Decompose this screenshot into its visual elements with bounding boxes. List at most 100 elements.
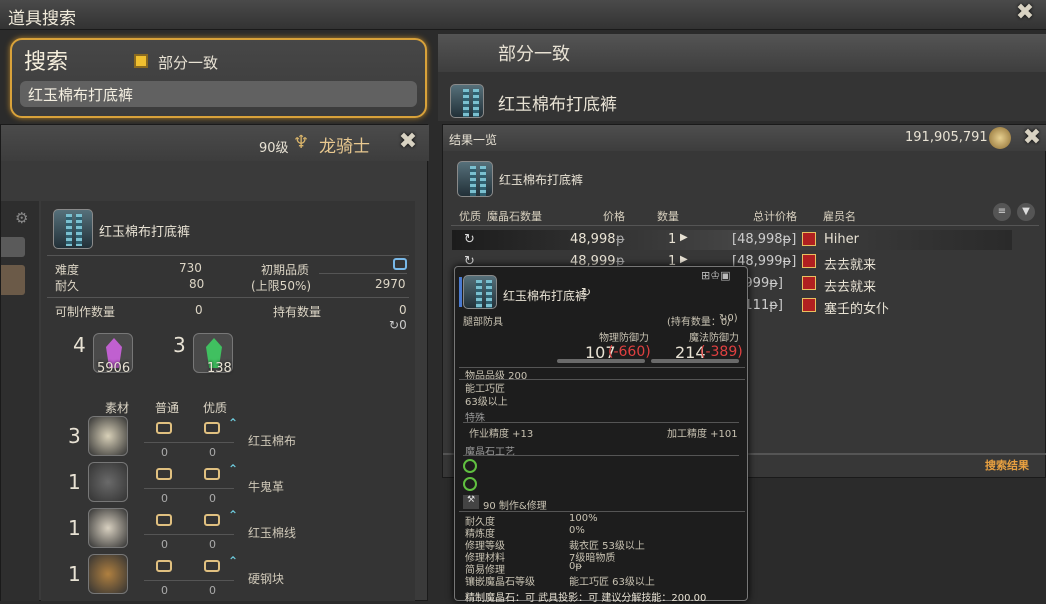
normal-qty-box[interactable] <box>156 514 172 526</box>
normal-count: 0 <box>161 538 168 551</box>
normal-qty-box[interactable] <box>156 560 172 572</box>
held-label: 持有数量 <box>273 305 322 319</box>
results-header: 结果一览 191,905,791 ✖ <box>443 125 1046 151</box>
partial-match-label: 部分一致 <box>158 54 219 72</box>
materia-slot <box>463 477 477 491</box>
material-name: 红玉棉布 <box>248 434 297 448</box>
hq-qty-box[interactable] <box>204 468 220 480</box>
normal-qty-box[interactable] <box>156 468 172 480</box>
search-label: 搜索 <box>24 50 69 75</box>
hq-qty-box[interactable] <box>204 560 220 572</box>
material-qty: 1 <box>68 470 81 494</box>
tooltip-controls[interactable]: ⊞♔▣ <box>701 269 730 282</box>
chevron-up-icon: ⌃ <box>228 462 239 476</box>
prop-value: 100% <box>569 513 598 524</box>
hq-qty-box[interactable] <box>204 422 220 434</box>
divider <box>144 442 234 443</box>
phys-label: 物理防御力 <box>599 333 649 344</box>
search-input[interactable]: 红玉棉布打底裤 <box>20 81 417 107</box>
col-hq[interactable]: 优质 <box>459 208 481 224</box>
results-title: 结果一览 <box>449 133 498 147</box>
divider <box>463 455 739 456</box>
normal-qty-box[interactable] <box>156 422 172 434</box>
side-tab[interactable] <box>1 265 25 295</box>
retainer-name: 去去就来 <box>824 258 877 273</box>
item-icon <box>450 84 484 118</box>
item-icon <box>53 209 93 249</box>
retainer-icon <box>802 276 816 290</box>
material-icon[interactable] <box>88 508 128 548</box>
partial-match-checkbox[interactable] <box>134 54 148 68</box>
window-titlebar: 道具搜索 ✖ <box>0 0 1046 30</box>
mag-label: 魔法防御力 <box>689 333 739 344</box>
equip-level: 63级以上 <box>465 397 508 408</box>
material-icon[interactable] <box>88 554 128 594</box>
hq-held: ↻0 <box>389 318 407 332</box>
hq-qty-box[interactable] <box>204 514 220 526</box>
craftable-value: 0 <box>195 303 203 317</box>
mag-bar <box>651 359 739 363</box>
material-qty: 3 <box>68 424 81 448</box>
dye-bar <box>459 277 462 307</box>
item-name: 红玉棉布打底裤 <box>498 95 617 115</box>
partial-match-header: 部分一致 <box>438 34 1046 72</box>
divider <box>463 422 739 423</box>
mag-diff: (-389) <box>700 344 743 360</box>
chevron-up-icon: ⌃ <box>228 554 239 568</box>
quality-bar <box>319 273 407 274</box>
quality-cap: (上限50%) <box>251 279 312 293</box>
quality-icon <box>393 258 407 270</box>
listing-total: [48,998ᵽ] <box>732 232 797 247</box>
tooltip-held-hq-value: 0) <box>727 313 738 324</box>
hq-icon: ↻ <box>389 318 400 332</box>
phys-bar <box>557 359 645 363</box>
divider <box>47 255 409 256</box>
search-results-link[interactable]: 搜索结果 <box>985 457 1029 473</box>
listing-price: 48,998 <box>570 232 616 247</box>
hq-count: 0 <box>209 492 216 505</box>
material-icon[interactable] <box>88 462 128 502</box>
listing-row[interactable]: ↻ 48,998 ᵽ 1 ▶ [48,998ᵽ] Hiher <box>452 230 1012 250</box>
chevron-up-icon: ⌃ <box>228 416 239 430</box>
col-total[interactable]: 总计价格 <box>753 208 797 224</box>
divider <box>47 297 409 298</box>
prop-value: 0% <box>569 525 585 536</box>
stat-2: 加工精度 +101 <box>667 429 738 440</box>
item-name: 红玉棉布打底裤 <box>99 225 191 240</box>
filter-icon[interactable]: ▼ <box>1017 203 1035 221</box>
gear-icon[interactable]: ⚙ <box>15 209 28 227</box>
chevron-up-icon: ⌃ <box>228 508 239 522</box>
material-icon[interactable] <box>88 416 128 456</box>
retainer-icon <box>802 232 816 246</box>
stat-1: 作业精度 +13 <box>469 429 534 440</box>
gil-icon <box>989 127 1011 149</box>
retainer-icon <box>802 254 816 268</box>
col-material: 素材 <box>105 401 130 415</box>
close-icon[interactable]: ✖ <box>1012 0 1038 26</box>
equip-slot: 腿部防具 <box>463 317 503 328</box>
difficulty-value: 730 <box>179 261 202 275</box>
recipe-level: 90级 <box>259 141 289 156</box>
retainer-icon <box>802 298 816 312</box>
col-materia[interactable]: 魔晶石数量 <box>487 208 542 224</box>
divider <box>144 580 234 581</box>
repair-icon: ⚒ <box>463 495 479 509</box>
window-title: 道具搜索 <box>8 9 76 29</box>
col-qty[interactable]: 数量 <box>657 208 679 224</box>
close-icon[interactable]: ✖ <box>395 129 421 155</box>
list-icon[interactable]: ≡ <box>993 203 1011 221</box>
side-tab[interactable] <box>1 237 25 257</box>
retainer-name: Hiher <box>824 232 859 247</box>
col-price[interactable]: 价格 <box>603 208 625 224</box>
material-qty: 1 <box>68 562 81 586</box>
material-name: 牛鬼革 <box>248 480 285 494</box>
col-retainer[interactable]: 雇员名 <box>823 208 856 224</box>
item-tooltip: 红玉棉布打底裤 ↻ ⊞♔▣ 腿部防具 (持有数量：0/ ↻0) 物理防御力 魔法… <box>454 266 748 604</box>
result-item-name: 红玉棉布打底裤 <box>499 173 584 187</box>
close-icon[interactable]: ✖ <box>1019 125 1045 151</box>
difficulty-label: 难度 <box>55 263 80 277</box>
durability-value: 80 <box>189 277 205 291</box>
search-panel: 搜索 部分一致 红玉棉布打底裤 <box>10 38 427 118</box>
hq-count: 0 <box>209 584 216 597</box>
dragoon-icon: ♆ <box>293 132 310 153</box>
